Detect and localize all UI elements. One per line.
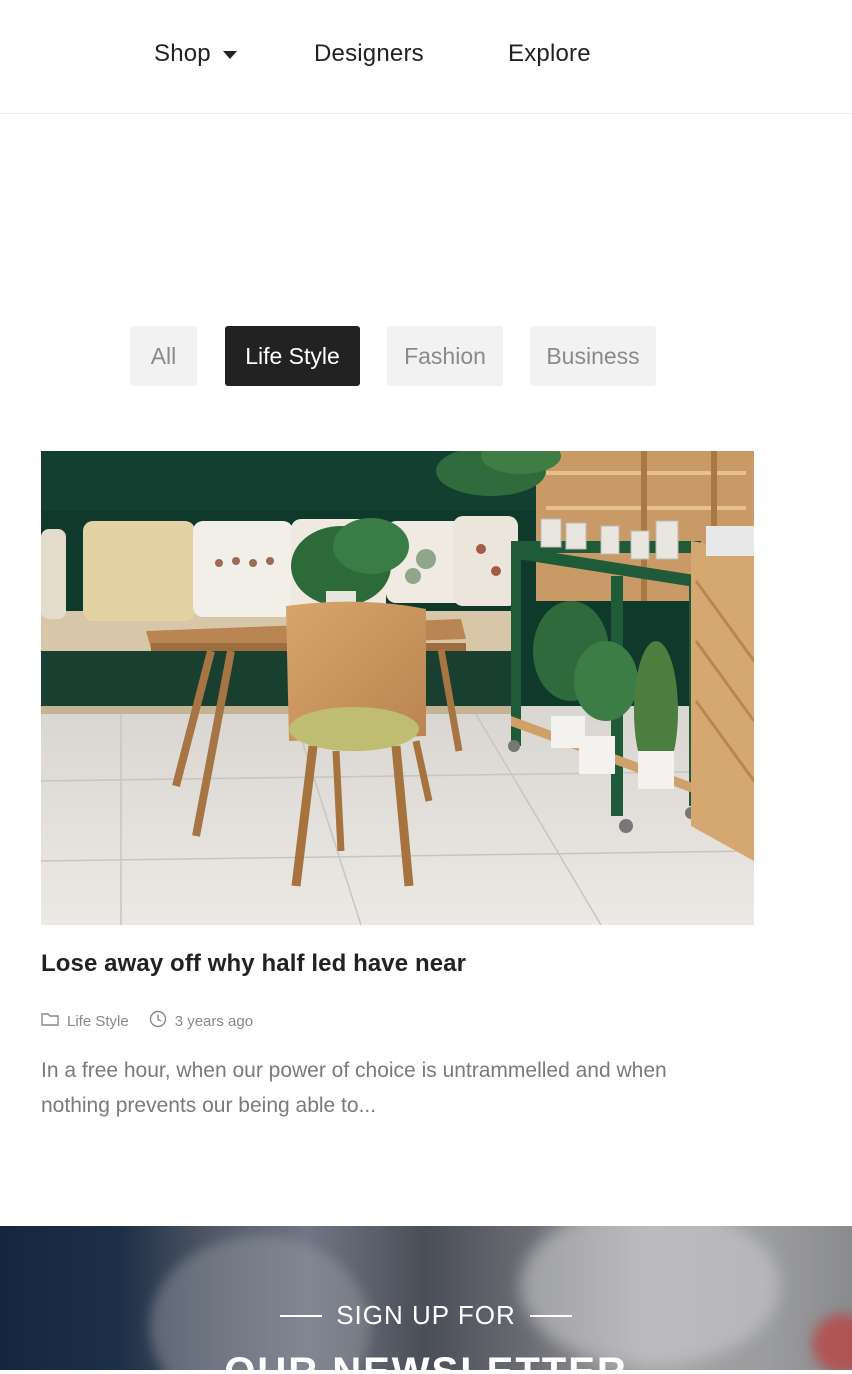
main-nav: Shop Designers Explore — [0, 0, 852, 114]
filter-tab-life-style[interactable]: Life Style — [225, 326, 360, 386]
newsletter-section: SIGN UP FOR OUR NEWSLETTER — [0, 1226, 852, 1374]
nav-designers-label: Designers — [314, 40, 424, 67]
newsletter-subtitle: SIGN UP FOR — [0, 1300, 852, 1331]
post-category-link[interactable]: Life Style — [67, 1013, 129, 1030]
filter-tab-all[interactable]: All — [130, 326, 197, 386]
divider-line — [280, 1314, 323, 1317]
post-thumbnail-image[interactable] — [41, 451, 754, 925]
nav-explore[interactable]: Explore — [508, 40, 591, 68]
nav-shop[interactable]: Shop — [154, 40, 237, 68]
post-date: 3 years ago — [174, 1012, 254, 1030]
nav-explore-label: Explore — [508, 40, 591, 67]
nav-shop-label: Shop — [154, 40, 211, 67]
background-blur — [520, 1226, 780, 1366]
caret-down-icon — [222, 51, 237, 59]
nav-designers[interactable]: Designers — [314, 40, 424, 68]
divider-line — [529, 1314, 572, 1317]
newsletter-subtitle-text: SIGN UP FOR — [336, 1300, 516, 1330]
filter-tab-fashion[interactable]: Fashion — [387, 326, 503, 386]
folder-icon — [41, 1012, 59, 1030]
page-bottom-edge — [0, 1370, 852, 1374]
post-meta: Life Style 3 years ago — [41, 1010, 253, 1032]
clock-icon — [149, 1010, 167, 1032]
post-excerpt: In a free hour, when our power of choice… — [41, 1059, 667, 1117]
post-title[interactable]: Lose away off why half led have near — [41, 950, 466, 978]
filter-tab-business[interactable]: Business — [530, 326, 656, 386]
